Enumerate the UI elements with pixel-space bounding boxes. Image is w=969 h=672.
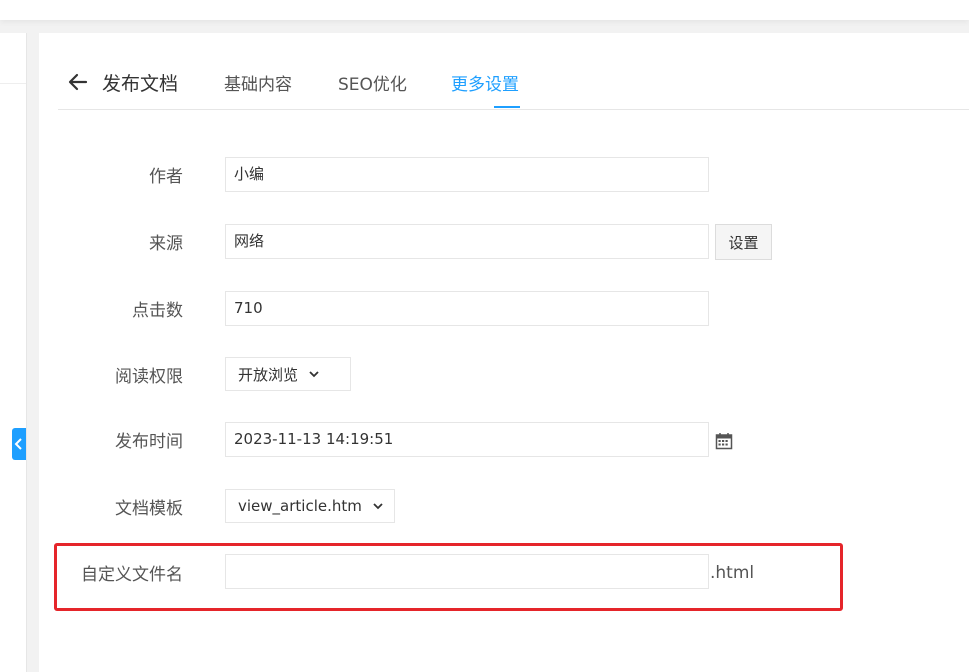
top-bar bbox=[0, 0, 969, 20]
source-settings-button[interactable]: 设置 bbox=[715, 224, 772, 260]
publish-time-input[interactable]: 2023-11-13 14:19:51 bbox=[225, 422, 709, 457]
collapse-sidebar-button[interactable] bbox=[12, 428, 26, 460]
source-input[interactable]: 网络 bbox=[225, 224, 709, 259]
template-selected: view_article.htm bbox=[238, 497, 362, 515]
calendar-icon[interactable] bbox=[715, 432, 733, 450]
chevron-down-icon bbox=[373, 503, 383, 510]
permission-selected: 开放浏览 bbox=[238, 365, 299, 384]
author-label: 作者 bbox=[149, 167, 183, 187]
main-panel: 发布文档 基础内容 SEO优化 更多设置 作者 小编 来源 网络 设置 点击数 … bbox=[39, 33, 969, 672]
publish-time-label: 发布时间 bbox=[115, 432, 183, 452]
clicks-input[interactable]: 710 bbox=[225, 291, 709, 326]
template-label: 文档模板 bbox=[115, 499, 183, 519]
permission-select[interactable]: 开放浏览 bbox=[225, 357, 351, 391]
chevron-left-icon bbox=[14, 438, 22, 450]
arrow-left-icon[interactable] bbox=[66, 70, 90, 94]
chevron-down-icon bbox=[309, 371, 319, 378]
tab-basic-content[interactable]: 基础内容 bbox=[224, 70, 292, 95]
left-pane bbox=[0, 33, 27, 672]
active-tab-underline bbox=[494, 106, 520, 108]
template-select[interactable]: view_article.htm bbox=[225, 489, 395, 523]
left-pane-divider bbox=[0, 83, 26, 84]
page-title: 发布文档 bbox=[102, 73, 179, 95]
tab-more-settings[interactable]: 更多设置 bbox=[451, 70, 519, 95]
tab-seo[interactable]: SEO优化 bbox=[338, 70, 407, 95]
highlight-box bbox=[54, 543, 843, 611]
source-label: 来源 bbox=[149, 234, 183, 254]
permission-label: 阅读权限 bbox=[115, 367, 183, 387]
clicks-label: 点击数 bbox=[132, 301, 183, 321]
author-input[interactable]: 小编 bbox=[225, 157, 709, 192]
tab-bar: 发布文档 基础内容 SEO优化 更多设置 bbox=[58, 33, 969, 110]
